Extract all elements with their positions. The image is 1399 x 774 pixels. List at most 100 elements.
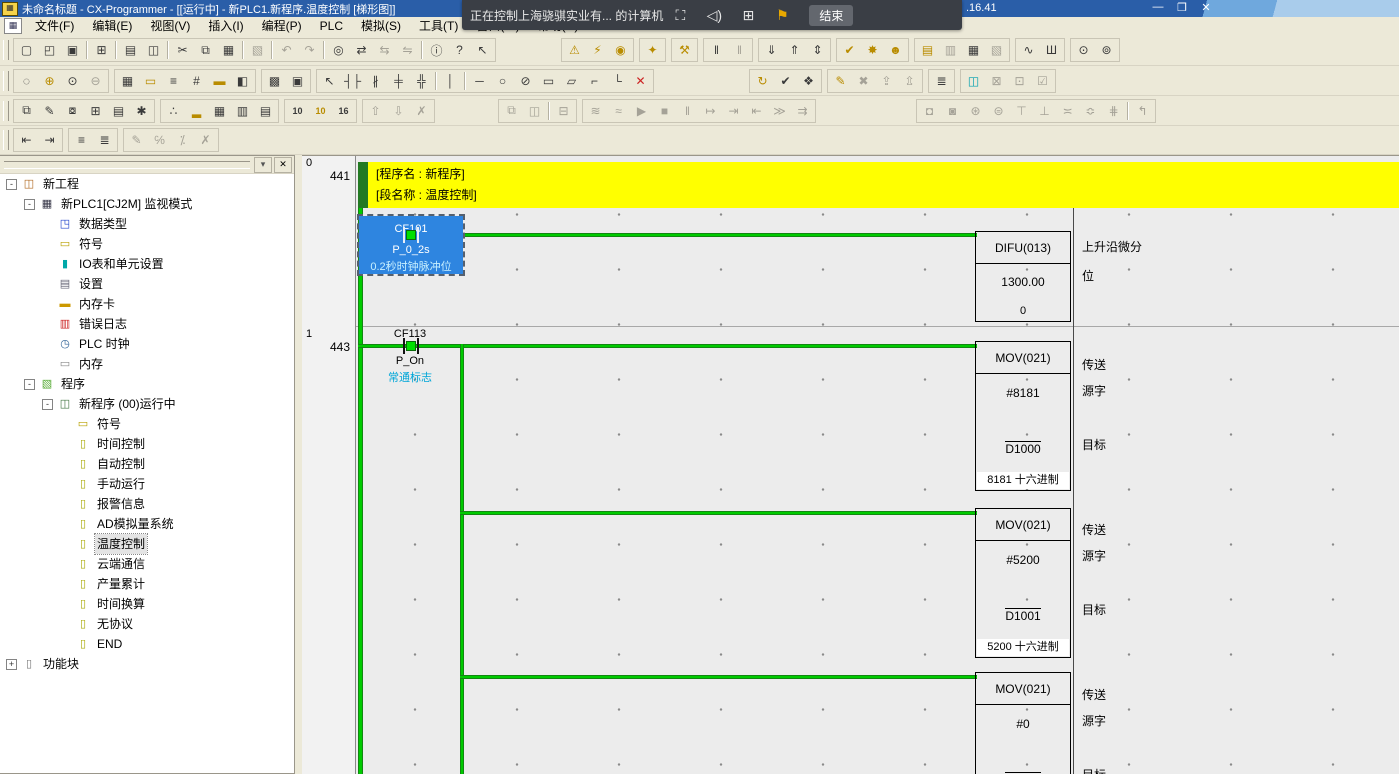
indent-decrease-icon[interactable]: ⇤ (15, 130, 38, 150)
transfer-from-plc-icon[interactable]: ⇑ (783, 40, 806, 60)
program-verify-icon[interactable]: ✔ (838, 40, 861, 60)
monitor-grid-icon[interactable]: ⊞ (731, 7, 765, 24)
child-window-icon[interactable]: ▦ (4, 18, 22, 34)
tree-item-function-blocks[interactable]: +▯功能块 (0, 654, 294, 674)
new-icon[interactable]: ▢ (15, 40, 38, 60)
address-reference-icon[interactable]: ≣ (930, 71, 953, 91)
find-replace-icon[interactable]: ⇄ (350, 40, 373, 60)
io-comment-view-icon[interactable]: # (185, 71, 208, 91)
restore-button[interactable]: ❐ (1175, 1, 1189, 14)
contact-nc-tool-icon[interactable]: ∦ (364, 71, 387, 91)
zoom-100-icon[interactable]: ⊙ (61, 71, 84, 91)
contact-or-no-tool-icon[interactable]: ╪ (387, 71, 410, 91)
horizontal-line-tool-icon[interactable]: ─ (468, 71, 491, 91)
cycle-time-icon[interactable]: ↻ (751, 71, 774, 91)
collapse-toggle[interactable]: - (6, 179, 17, 190)
grid-toggle-icon[interactable]: ▦ (116, 71, 139, 91)
time-chart-icon[interactable]: ∿ (1017, 40, 1040, 60)
maintenance-mode-icon[interactable]: ⚒ (673, 40, 696, 60)
panel-splitter[interactable] (295, 155, 302, 774)
page-setup-icon[interactable]: ⊞ (90, 40, 113, 60)
monitor-signed-decimal-icon[interactable]: 10 (309, 101, 332, 121)
settings-view-icon[interactable]: ▥ (231, 101, 254, 121)
tree-close-button[interactable]: ✕ (274, 157, 292, 173)
tree-item-memory[interactable]: ▭内存 (0, 354, 294, 374)
pause-monitoring-icon[interactable]: ‖ (705, 40, 728, 60)
tree-item-sec-time-convert[interactable]: ▯时间换算 (0, 594, 294, 614)
zoom-in-icon[interactable]: ⊕ (38, 71, 61, 91)
tree-item-sec-symbols[interactable]: ▭符号 (0, 414, 294, 434)
coil-closed-tool-icon[interactable]: ⊘ (514, 71, 537, 91)
output-window-toggle-icon[interactable]: ◧ (231, 71, 254, 91)
function-invoke-tool-icon[interactable]: ⌐ (583, 71, 606, 91)
volume-icon[interactable]: ◁) (697, 7, 731, 24)
tree-item-plc-clock[interactable]: ◷PLC 时钟 (0, 334, 294, 354)
save-icon[interactable]: ▣ (61, 40, 84, 60)
mnemonic-view-icon[interactable]: ∴ (162, 101, 185, 121)
watch-window-icon[interactable]: ◫ (962, 71, 985, 91)
transfer-to-plc-icon[interactable]: ⇓ (760, 40, 783, 60)
instruction-mov-2[interactable]: MOV(021) #5200 D1001 5200 十六进制 (975, 508, 1071, 658)
instruction-box-tool-icon[interactable]: ▭ (537, 71, 560, 91)
properties-icon[interactable]: ✱ (130, 101, 153, 121)
inverted-instruction-tool-icon[interactable]: ▱ (560, 71, 583, 91)
tree-item-io-table[interactable]: ▮IO表和单元设置 (0, 254, 294, 274)
data-trace-icon[interactable]: Ш (1040, 40, 1063, 60)
compile-program-icon[interactable]: ✔ (774, 71, 797, 91)
contact-or-nc-tool-icon[interactable]: ╬ (410, 71, 433, 91)
print-icon[interactable]: ▤ (119, 40, 142, 60)
context-help-icon[interactable]: ↖ (471, 40, 494, 60)
menu-tools[interactable]: 工具(T) (410, 17, 467, 35)
zoom-fit-icon[interactable]: ◌ (15, 71, 38, 91)
tree-item-sec-end[interactable]: ▯END (0, 634, 294, 654)
about-icon[interactable]: ⓘ (425, 40, 448, 60)
menu-insert[interactable]: 插入(I) (199, 17, 252, 35)
tree-item-sec-time-control[interactable]: ▯时间控制 (0, 434, 294, 454)
instruction-mov-1[interactable]: MOV(021) #8181 D1000 8181 十六进制 (975, 341, 1071, 491)
online-edit-begin-icon[interactable]: ✎ (829, 71, 852, 91)
edit-window-icon[interactable]: ✎ (38, 101, 61, 121)
delete-tool-icon[interactable]: ✕ (629, 71, 652, 91)
symbol-bar-icon[interactable]: ▬ (208, 71, 231, 91)
find-icon[interactable]: ◎ (327, 40, 350, 60)
menu-simulation[interactable]: 模拟(S) (352, 17, 410, 35)
tree-item-data-types[interactable]: ◳数据类型 (0, 214, 294, 234)
comment-list-icon[interactable]: ≡ (162, 71, 185, 91)
release-password-icon[interactable]: ⊚ (1095, 40, 1118, 60)
select-tool-icon[interactable]: ↖ (318, 71, 341, 91)
instruction-difu[interactable]: DIFU(013) 1300.00 0 (975, 231, 1071, 322)
tree-item-sec-output-count[interactable]: ▯产量累计 (0, 574, 294, 594)
tree-item-sec-no-protocol[interactable]: ▯无协议 (0, 614, 294, 634)
tree-item-symbols[interactable]: ▭符号 (0, 234, 294, 254)
monitor-hex-icon[interactable]: 16 (332, 101, 355, 121)
set-password-icon[interactable]: ⊙ (1072, 40, 1095, 60)
tree-item-error-log[interactable]: ▥错误日志 (0, 314, 294, 334)
local-window-icon[interactable]: ▤ (107, 101, 130, 121)
rung-comment-icon[interactable]: ▭ (139, 71, 162, 91)
rung-comment-header[interactable]: [程序名 : 新程序] [段名称 : 温度控制] (358, 162, 1399, 208)
tree-item-programs[interactable]: -▧程序 (0, 374, 294, 394)
io-table-view-icon[interactable]: ▦ (208, 101, 231, 121)
coil-tool-icon[interactable]: ○ (491, 71, 514, 91)
compile-all-icon[interactable]: ❖ (797, 71, 820, 91)
monitor-sampling-icon[interactable]: ▩ (263, 71, 286, 91)
rung-wrap-off-icon[interactable]: ≣ (93, 130, 116, 150)
copy-icon[interactable]: ⧉ (194, 40, 217, 60)
menu-plc[interactable]: PLC (311, 17, 352, 35)
cut-icon[interactable]: ✂ (171, 40, 194, 60)
clipboard-window-icon[interactable]: ⧉ (15, 101, 38, 121)
work-online-icon[interactable]: ⚠ (563, 40, 586, 60)
tree-item-sec-ad-analog[interactable]: ▯AD模拟量系统 (0, 514, 294, 534)
tree-panel-grip[interactable] (4, 161, 250, 169)
print-preview-icon[interactable]: ◫ (142, 40, 165, 60)
compare-with-plc-icon[interactable]: ⇕ (806, 40, 829, 60)
rung-wrap-on-icon[interactable]: ≡ (70, 130, 93, 150)
collapse-toggle[interactable]: - (24, 379, 35, 390)
symbol-table-view-icon[interactable]: ▂ (185, 101, 208, 121)
tree-dropdown-button[interactable]: ▾ (254, 157, 272, 173)
collapse-toggle[interactable]: - (24, 199, 35, 210)
fullscreen-icon[interactable]: ⛶ (663, 7, 697, 24)
tree-item-project[interactable]: -◫新工程 (0, 174, 294, 194)
tree-item-new-program[interactable]: -◫新程序 (00)运行中 (0, 394, 294, 414)
vertical-line-tool-icon[interactable]: │ (439, 71, 462, 91)
